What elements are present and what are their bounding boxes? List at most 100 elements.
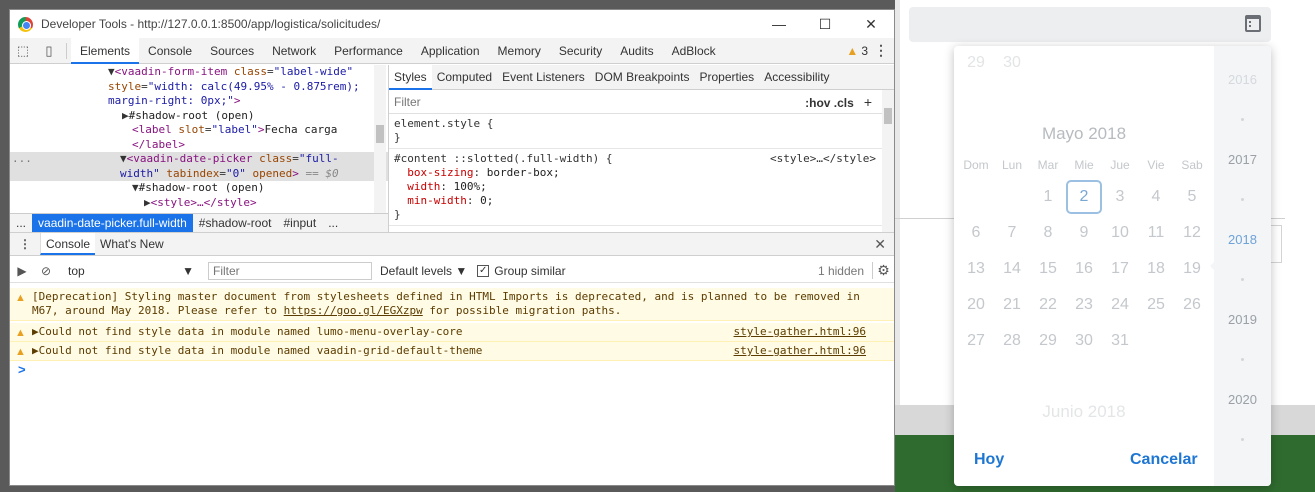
day-cell[interactable]: 23 bbox=[1066, 296, 1102, 314]
dom-tree[interactable]: ▼<vaadin-form-item class="label-wide" st… bbox=[10, 65, 388, 213]
calendar-icon[interactable] bbox=[1245, 15, 1261, 32]
element-style-rule[interactable]: element.style { } bbox=[389, 114, 894, 149]
css-rule[interactable]: #content ::slotted(.full-width) {<style>… bbox=[389, 149, 894, 226]
day-cell[interactable]: 27 bbox=[958, 332, 994, 350]
styles-filter-placeholder[interactable]: Filter bbox=[394, 95, 421, 109]
day-cell[interactable]: 12 bbox=[1174, 224, 1210, 242]
clear-console-icon[interactable]: ⊘ bbox=[34, 264, 58, 278]
console-filter-input[interactable] bbox=[208, 261, 372, 280]
day-cell-today[interactable]: 2 bbox=[1066, 180, 1102, 214]
console-prompt[interactable]: > bbox=[18, 362, 26, 377]
day-cell[interactable]: 22 bbox=[1030, 296, 1066, 314]
day-cell[interactable]: 25 bbox=[1138, 296, 1174, 314]
console-message-warning[interactable]: ▲ ▶Could not find style data in module n… bbox=[10, 342, 894, 361]
breadcrumb-item-selected[interactable]: vaadin-date-picker.full-width bbox=[32, 213, 193, 233]
title-bar[interactable]: Developer Tools - http://127.0.0.1:8500/… bbox=[10, 10, 894, 38]
tab-application[interactable]: Application bbox=[412, 38, 489, 64]
more-options-icon[interactable]: ⋮ bbox=[868, 42, 894, 59]
device-toolbar-icon[interactable]: ▯ bbox=[36, 38, 62, 64]
day-cell[interactable]: 10 bbox=[1102, 224, 1138, 242]
tab-network[interactable]: Network bbox=[263, 38, 325, 64]
console-message-warning[interactable]: ▲ ▶Could not find style data in module n… bbox=[10, 323, 894, 342]
message-source-link[interactable]: style-gather.html:96 bbox=[734, 325, 866, 339]
drawer-tab-console[interactable]: Console bbox=[40, 233, 96, 255]
day-cell[interactable]: 19 bbox=[1174, 260, 1210, 278]
year-item-selected[interactable]: 2018 bbox=[1214, 232, 1271, 247]
css-value[interactable]: 100%; bbox=[454, 180, 487, 193]
dom-node[interactable]: ▼<vaadin-form-item class="label-wide" bbox=[10, 65, 388, 80]
day-cell[interactable]: 31 bbox=[1102, 332, 1138, 350]
inspect-element-icon[interactable]: ⬚ bbox=[10, 38, 36, 64]
css-value[interactable]: 0; bbox=[480, 194, 493, 207]
day-cell[interactable]: 29 bbox=[958, 54, 994, 72]
dom-node[interactable]: ▶#shadow-root (open) bbox=[10, 109, 388, 124]
dom-scrollbar[interactable] bbox=[374, 65, 386, 213]
day-cell[interactable]: 4 bbox=[1138, 188, 1174, 214]
day-cell[interactable]: 21 bbox=[994, 296, 1030, 314]
tab-sources[interactable]: Sources bbox=[201, 38, 263, 64]
warning-counter[interactable]: ▲ 3 bbox=[846, 44, 868, 58]
node-menu-dots[interactable]: ... bbox=[12, 152, 32, 167]
day-cell[interactable]: 1 bbox=[1030, 188, 1066, 214]
scroll-thumb[interactable] bbox=[376, 125, 384, 143]
message-source-link[interactable]: style-gather.html:96 bbox=[734, 344, 866, 358]
cancel-button[interactable]: Cancelar bbox=[1130, 451, 1198, 469]
tab-event-listeners[interactable]: Event Listeners bbox=[497, 65, 590, 90]
day-cell[interactable]: 5 bbox=[1174, 188, 1210, 214]
today-button[interactable]: Hoy bbox=[974, 451, 1004, 469]
day-cell[interactable]: 28 bbox=[994, 332, 1030, 350]
tab-accessibility[interactable]: Accessibility bbox=[759, 65, 834, 90]
hov-cls-label[interactable]: :hov .cls bbox=[805, 96, 854, 110]
year-scroller[interactable]: 2016 2017 2018 2019 2020 bbox=[1214, 46, 1271, 486]
day-cell[interactable]: 3 bbox=[1102, 188, 1138, 214]
css-property[interactable]: box-sizing bbox=[407, 166, 473, 179]
day-cell[interactable]: 30 bbox=[994, 54, 1030, 72]
day-cell[interactable]: 24 bbox=[1102, 296, 1138, 314]
day-cell[interactable]: 6 bbox=[958, 224, 994, 242]
date-field[interactable] bbox=[909, 7, 1271, 42]
breadcrumb-item[interactable]: ... bbox=[322, 216, 344, 230]
dom-node[interactable]: </label> bbox=[10, 138, 388, 153]
month-scroller[interactable]: 29 30 Mayo 2018 Dom Lun Mar Mie Jue Vie … bbox=[954, 46, 1214, 486]
day-cell[interactable]: 16 bbox=[1066, 260, 1102, 278]
year-item[interactable]: 2016 bbox=[1214, 72, 1271, 87]
styles-filter[interactable]: Filter :hov .cls + bbox=[389, 90, 894, 114]
tab-dom-breakpoints[interactable]: DOM Breakpoints bbox=[590, 65, 695, 90]
css-property[interactable]: width bbox=[407, 180, 440, 193]
drawer-tab-whats-new[interactable]: What's New bbox=[95, 233, 169, 255]
day-cell[interactable]: 11 bbox=[1138, 224, 1174, 242]
tab-security[interactable]: Security bbox=[550, 38, 611, 64]
dom-node[interactable]: ▶<style>…</style> bbox=[10, 196, 388, 211]
close-drawer-icon[interactable]: ✕ bbox=[874, 236, 886, 253]
year-item[interactable]: 2020 bbox=[1214, 392, 1271, 407]
breadcrumb-item[interactable]: #input bbox=[277, 216, 322, 230]
tab-styles[interactable]: Styles bbox=[389, 64, 432, 90]
message-text[interactable]: ▶Could not find style data in module nam… bbox=[32, 325, 462, 338]
year-item[interactable]: 2019 bbox=[1214, 312, 1271, 327]
sidebar-toggle-icon[interactable]: ▶ bbox=[10, 264, 34, 278]
tab-properties[interactable]: Properties bbox=[694, 65, 759, 90]
close-icon[interactable]: ✕ bbox=[848, 16, 894, 33]
tab-adblock[interactable]: AdBlock bbox=[663, 38, 725, 64]
message-link[interactable]: https://goo.gl/EGXzpw bbox=[284, 304, 423, 317]
day-cell[interactable]: 14 bbox=[994, 260, 1030, 278]
day-cell[interactable]: 13 bbox=[958, 260, 994, 278]
log-levels-dropdown[interactable]: Default levels ▼ bbox=[380, 264, 467, 278]
day-cell[interactable]: 26 bbox=[1174, 296, 1210, 314]
styles-scrollbar[interactable] bbox=[882, 90, 894, 232]
gear-icon[interactable]: ⚙ bbox=[872, 262, 894, 279]
tab-performance[interactable]: Performance bbox=[325, 38, 412, 64]
dom-node[interactable]: ▼#shadow-root (open) bbox=[10, 181, 388, 196]
day-cell[interactable]: 8 bbox=[1030, 224, 1066, 242]
day-cell[interactable]: 9 bbox=[1066, 224, 1102, 242]
message-text[interactable]: ▶Could not find style data in module nam… bbox=[32, 344, 482, 357]
day-cell[interactable]: 20 bbox=[958, 296, 994, 314]
rule-source-link[interactable]: <style>…</style> bbox=[770, 152, 876, 166]
day-cell[interactable]: 17 bbox=[1102, 260, 1138, 278]
checkbox-icon[interactable]: ✓ bbox=[477, 264, 490, 277]
tab-elements[interactable]: Elements bbox=[71, 37, 140, 64]
new-rule-icon[interactable]: + bbox=[864, 94, 872, 110]
minimize-icon[interactable]: — bbox=[756, 16, 802, 33]
dom-node[interactable]: <label slot="label">Fecha carga bbox=[10, 123, 388, 138]
hov-cls-toggles[interactable]: :hov .cls + bbox=[805, 94, 872, 110]
